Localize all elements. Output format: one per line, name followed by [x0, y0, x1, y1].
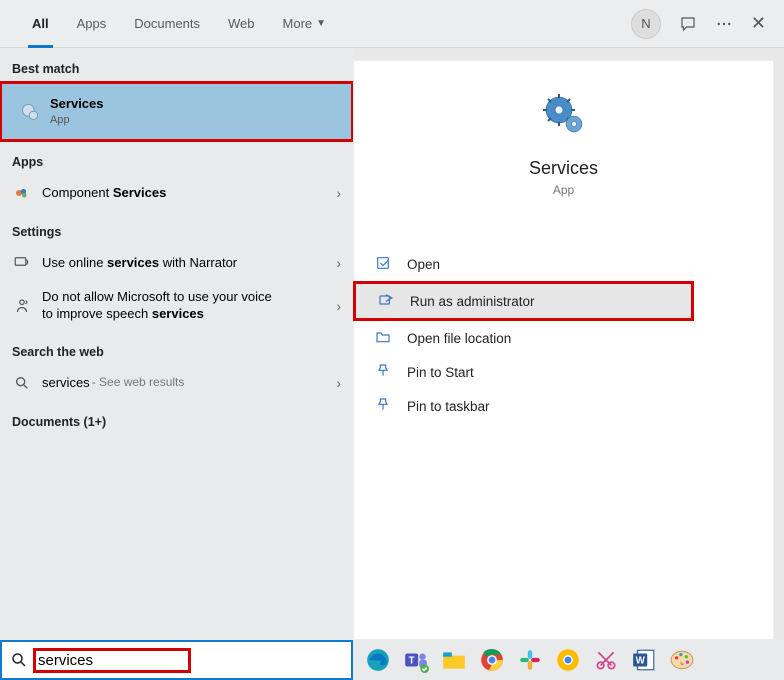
taskbar-paint-icon[interactable] [667, 645, 697, 675]
taskbar-word-icon[interactable]: W [629, 645, 659, 675]
bottom-bar: T W [0, 640, 784, 680]
result-speech-services[interactable]: Do not allow Microsoft to use your voice… [0, 281, 353, 331]
chevron-right-icon: › [336, 185, 341, 201]
chevron-right-icon: › [336, 255, 341, 271]
result-title: Do not allow Microsoft to use your voice… [42, 289, 282, 323]
section-documents: Documents (1+) [0, 401, 353, 435]
taskbar-icons: T W [353, 645, 697, 675]
result-title: Use online services with Narrator [42, 255, 326, 272]
top-right-controls: N ✕ [631, 9, 766, 39]
detail-subtitle: App [353, 183, 774, 197]
section-settings: Settings [0, 211, 353, 245]
tab-apps[interactable]: Apps [63, 0, 121, 47]
top-tab-bar: All Apps Documents Web More▼ N ✕ [0, 0, 784, 48]
action-pin-to-taskbar[interactable]: Pin to taskbar [353, 389, 774, 423]
narrator-icon [12, 253, 32, 273]
component-services-icon [12, 183, 32, 203]
result-text: Component Services [42, 185, 326, 202]
open-icon [375, 255, 393, 273]
tab-documents[interactable]: Documents [120, 0, 214, 47]
action-label: Open file location [407, 331, 511, 346]
result-component-services[interactable]: Component Services › [0, 175, 353, 211]
action-label: Pin to Start [407, 365, 474, 380]
taskbar-teams-icon[interactable]: T [401, 645, 431, 675]
tab-more[interactable]: More▼ [269, 0, 341, 47]
feedback-icon[interactable] [679, 15, 697, 33]
result-text: services - See web results [42, 375, 326, 392]
taskbar-snip-icon[interactable] [591, 645, 621, 675]
web-subtitle: - See web results [92, 375, 185, 392]
more-icon[interactable] [715, 15, 733, 33]
result-text: Services App [50, 96, 341, 127]
results-pane: Best match Services App Apps Component S… [0, 48, 353, 640]
action-open[interactable]: Open [353, 247, 774, 281]
tab-label: More [283, 16, 313, 31]
section-best-match: Best match [0, 48, 353, 82]
chevron-down-icon: ▼ [316, 18, 326, 29]
tab-web[interactable]: Web [214, 0, 269, 47]
detail-pane: Services App Open Run as administrator O… [353, 60, 774, 640]
action-label: Run as administrator [410, 294, 535, 309]
avatar-initial: N [641, 16, 650, 31]
detail-header: Services App [353, 60, 774, 197]
detail-actions: Open Run as administrator Open file loca… [353, 247, 774, 423]
tab-label: Web [228, 16, 255, 31]
result-text: Do not allow Microsoft to use your voice… [42, 289, 282, 323]
search-term-highlight [36, 651, 188, 670]
tab-label: Documents [134, 16, 200, 31]
folder-icon [375, 329, 393, 347]
pin-icon [375, 363, 393, 381]
svg-text:W: W [636, 655, 646, 666]
action-run-as-administrator[interactable]: Run as administrator [353, 281, 694, 321]
taskbar-chrome-canary-icon[interactable] [553, 645, 583, 675]
taskbar-file-explorer-icon[interactable] [439, 645, 469, 675]
taskbar-slack-icon[interactable] [515, 645, 545, 675]
action-label: Open [407, 257, 440, 272]
close-icon[interactable]: ✕ [751, 13, 766, 34]
admin-icon [378, 292, 396, 310]
pin-icon [375, 397, 393, 415]
chevron-right-icon: › [336, 375, 341, 391]
tab-label: All [32, 16, 49, 31]
result-title: Services [50, 96, 341, 113]
chevron-right-icon: › [336, 298, 341, 314]
section-search-web: Search the web [0, 331, 353, 365]
svg-text:T: T [409, 655, 415, 666]
action-label: Pin to taskbar [407, 399, 490, 414]
result-subtitle: App [50, 113, 341, 127]
action-open-file-location[interactable]: Open file location [353, 321, 774, 355]
result-web-services[interactable]: services - See web results › [0, 365, 353, 401]
tab-label: Apps [77, 16, 107, 31]
section-apps: Apps [0, 141, 353, 175]
tab-all[interactable]: All [18, 0, 63, 47]
search-input[interactable] [38, 652, 134, 669]
services-app-icon [539, 90, 589, 140]
search-box[interactable] [0, 640, 353, 680]
result-text: Use online services with Narrator [42, 255, 326, 272]
taskbar-edge-icon[interactable] [363, 645, 393, 675]
action-pin-to-start[interactable]: Pin to Start [353, 355, 774, 389]
web-term: services [42, 375, 90, 392]
detail-title: Services [353, 158, 774, 179]
search-icon [10, 651, 28, 669]
result-title: Component Services [42, 185, 326, 202]
taskbar-chrome-icon[interactable] [477, 645, 507, 675]
search-icon [12, 373, 32, 393]
gear-icon [20, 102, 40, 122]
result-services-app[interactable]: Services App [0, 82, 353, 141]
result-narrator-services[interactable]: Use online services with Narrator › [0, 245, 353, 281]
avatar[interactable]: N [631, 9, 661, 39]
speech-icon [12, 296, 32, 316]
